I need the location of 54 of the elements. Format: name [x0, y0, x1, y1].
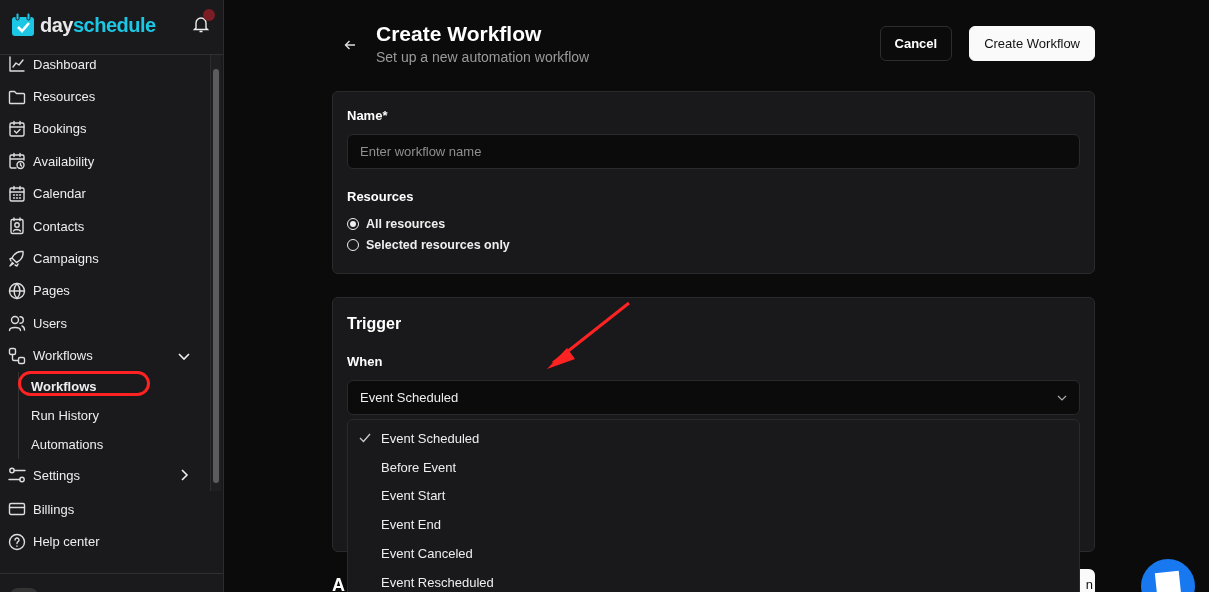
nav-item[interactable]: Pages [8, 274, 203, 308]
create-button[interactable]: Create Workflow [969, 26, 1095, 61]
nav-subitem[interactable]: Run History [31, 405, 99, 425]
radio-label[interactable]: Selected resources only [366, 237, 510, 252]
section-title: A [332, 575, 345, 592]
field-label: Resources [347, 189, 415, 204]
nav-item[interactable]: Users [8, 307, 203, 340]
chart-line-icon [8, 55, 26, 74]
nav-item[interactable]: Settings [8, 458, 203, 491]
users-icon [8, 314, 26, 333]
nav-item[interactable]: Workflows [8, 339, 203, 372]
nav-item[interactable]: Help center [8, 525, 223, 558]
calendar-clock-icon [8, 152, 26, 171]
nav-item[interactable]: Campaigns [8, 242, 203, 275]
nav-item[interactable]: Calendar [8, 177, 203, 210]
dropdown-option[interactable]: Event Scheduled [348, 424, 1079, 453]
name-input-field[interactable]: Enter workflow name [347, 134, 1080, 169]
logo-text: dayschedule [40, 13, 156, 37]
sliders-icon [8, 466, 26, 485]
nav-item[interactable]: Resources [8, 80, 203, 113]
nav-subitem[interactable]: Automations [31, 434, 104, 454]
help-icon [8, 532, 26, 551]
nav-item[interactable]: Contacts [8, 209, 203, 243]
nav-subitem[interactable]: Workflows [31, 376, 97, 396]
dropdown-option[interactable]: Before Event [348, 452, 1079, 482]
section-title: Trigger [347, 315, 403, 333]
page-title: Create Workflow [376, 21, 543, 47]
dropdown-option[interactable]: Event Start [348, 481, 1079, 511]
nav-item[interactable]: Billings [8, 493, 223, 526]
page-subtitle: Set up a new automation workflow [376, 49, 591, 65]
trigger-select[interactable]: Event Scheduled [347, 380, 1080, 415]
rocket-icon [8, 249, 26, 268]
dropdown-option[interactable]: Event Canceled [348, 539, 1079, 568]
calendar-icon [8, 184, 26, 203]
calendar-check-icon [10, 12, 36, 38]
contact-card-icon [8, 217, 26, 236]
bell-icon[interactable] [193, 15, 209, 33]
field-label: When [347, 354, 384, 369]
nav-item[interactable]: Availability [8, 145, 203, 178]
flow-nodes-icon [8, 346, 26, 365]
radio-label[interactable]: All resources [366, 216, 446, 231]
nav-item[interactable]: Dashboard [8, 55, 203, 81]
scrollbar-thumb[interactable] [213, 69, 219, 483]
back-arrow-icon[interactable] [344, 39, 356, 51]
scrollbar[interactable] [210, 55, 221, 491]
dropdown-option[interactable]: Event End [348, 510, 1079, 540]
globe-icon [8, 281, 26, 300]
cancel-button[interactable]: Cancel [879, 26, 953, 61]
field-label: Name* [347, 108, 389, 123]
calendar-check-icon [8, 119, 26, 138]
chevron-down-icon [1057, 394, 1067, 401]
dropdown-option[interactable]: Event Rescheduled [348, 568, 1079, 592]
nav-item[interactable]: Bookings [8, 112, 203, 146]
notification-dot [203, 9, 215, 21]
